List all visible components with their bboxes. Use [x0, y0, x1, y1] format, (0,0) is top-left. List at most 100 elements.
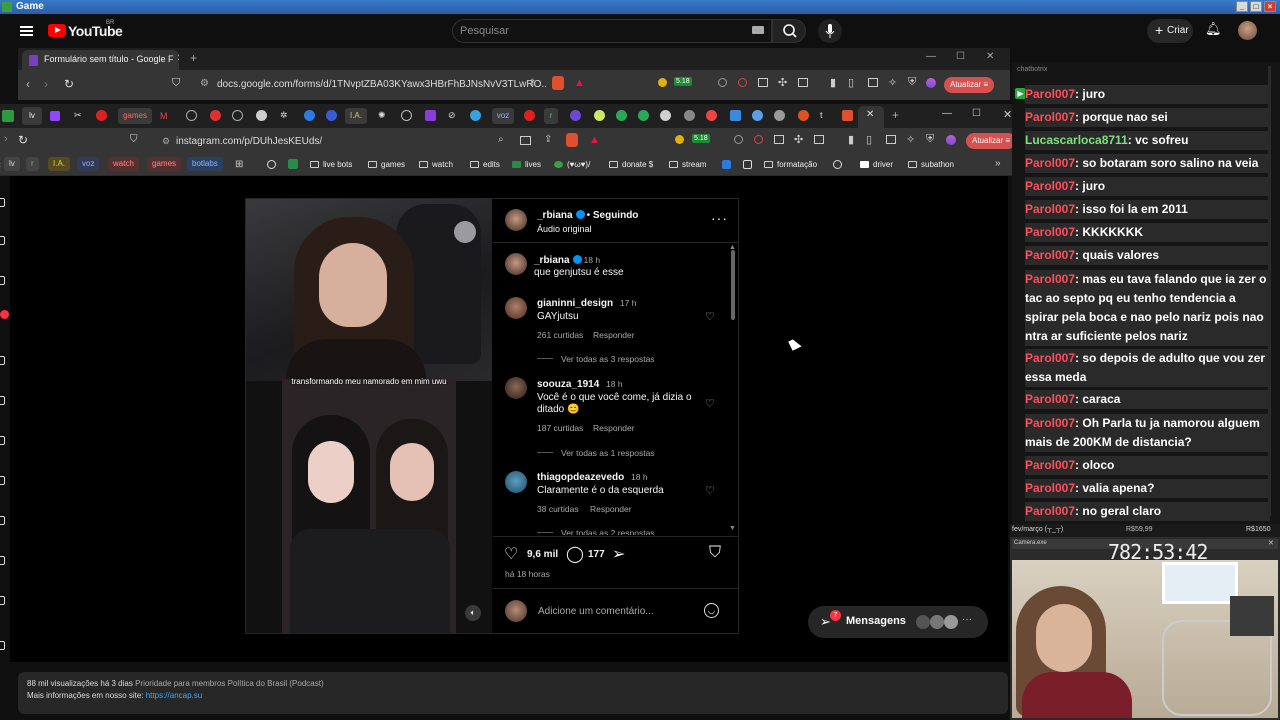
more-menu-icon[interactable] [0, 596, 5, 605]
bookmark-icon[interactable] [288, 159, 298, 169]
scroll-up-arrow[interactable]: ▲ [729, 244, 736, 251]
comment-likes[interactable]: 38 curtidas [537, 504, 579, 514]
bookmark-icon[interactable] [833, 160, 842, 169]
brave-shield-icon[interactable] [552, 76, 564, 90]
comment-count[interactable]: 177 [588, 549, 605, 560]
tab-games[interactable]: games [118, 108, 152, 124]
twitch-tab-icon[interactable] [50, 111, 60, 121]
extension-badge[interactable]: 5.18 [692, 134, 710, 143]
tab-icon[interactable] [186, 110, 197, 121]
create-icon[interactable] [0, 476, 5, 485]
messages-icon[interactable] [0, 396, 5, 405]
bookmark-chip-watch[interactable]: watch [108, 157, 139, 171]
tab-icon[interactable] [594, 110, 605, 121]
minimize-icon[interactable]: — [926, 51, 936, 62]
profile-icon[interactable] [926, 78, 936, 88]
share-icon[interactable]: ⇪ [528, 78, 536, 89]
tab-icon[interactable]: ⊘ [448, 110, 456, 121]
my-avatar[interactable] [505, 600, 527, 622]
extension-icon[interactable] [754, 135, 763, 144]
sidebar-icon[interactable]: ▮ [848, 133, 854, 146]
view-replies-link[interactable]: Ver todas as 1 respostas [537, 448, 655, 458]
chevron-left-icon[interactable]: ‹ [0, 159, 1, 169]
address-bar[interactable]: ⚙ instagram.com/p/DUhJesKEUds/ [162, 133, 502, 151]
tab-icon[interactable]: ✺ [378, 110, 386, 121]
site-settings-icon[interactable]: ⚙ [162, 136, 170, 147]
minimize-icon[interactable]: — [942, 108, 952, 119]
profile-icon[interactable] [0, 516, 5, 525]
like-heart-icon[interactable]: ♡ [504, 544, 518, 564]
messages-button[interactable]: ➢ 7 Mensagens ··· [808, 606, 988, 638]
extension-icon[interactable] [758, 78, 768, 87]
zoom-icon[interactable]: ⌕ [498, 134, 504, 145]
comment-avatar[interactable] [505, 471, 527, 493]
close-icon[interactable]: ✕ [986, 51, 994, 62]
scroll-down-arrow[interactable]: ▼ [729, 525, 736, 532]
view-replies-link[interactable]: Ver todas as 3 respostas [537, 354, 655, 364]
apps-grid-icon[interactable]: ⊞ [235, 159, 243, 170]
search-icon[interactable] [0, 236, 5, 245]
bookmark-folder-donate[interactable]: donate $ [609, 160, 653, 169]
back-icon[interactable]: ‹ [26, 77, 30, 91]
tab-icon[interactable] [638, 110, 649, 121]
extension-icon[interactable] [814, 135, 824, 144]
bookmark-emoticon[interactable]: (♥ω♥)/ [554, 160, 590, 169]
puzzle-icon[interactable]: ✣ [794, 133, 803, 146]
reply-button[interactable]: Responder [593, 330, 635, 340]
save-bookmark-icon[interactable]: ⛉ [709, 544, 721, 562]
bookmark-icon[interactable] [267, 160, 276, 169]
comment-avatar[interactable] [505, 297, 527, 319]
forward-icon[interactable]: › [4, 133, 8, 145]
update-button[interactable]: Atualizar ≡ [966, 133, 1017, 149]
bookmark-chip-r[interactable]: r [26, 157, 39, 171]
leo-icon[interactable]: ✧ [888, 76, 897, 89]
minimize-button[interactable]: _ [1236, 1, 1248, 12]
comment-author[interactable]: gianinni_design 17 h [537, 298, 636, 309]
comment-likes[interactable]: 261 curtidas [537, 330, 583, 340]
home-icon[interactable] [0, 198, 5, 207]
close-tab-icon[interactable]: ✕ [177, 53, 179, 64]
notifications-bell-icon[interactable]: 🔔︎ [1205, 21, 1222, 37]
tab-icon[interactable] [570, 110, 581, 121]
maximize-icon[interactable]: ☐ [972, 108, 981, 119]
comment-avatar[interactable] [505, 253, 527, 275]
tab-icon[interactable] [232, 110, 243, 121]
bookmark-chip-botlabs[interactable]: botlabs [187, 157, 223, 171]
comment-author[interactable]: thiagopdeazevedo 18 h [537, 472, 648, 483]
bookmark-icon[interactable]: ⛉ [172, 77, 180, 90]
keyboard-icon[interactable] [752, 26, 764, 34]
comment-bubble-icon[interactable]: ◯ [566, 544, 584, 564]
sheets-tab-icon[interactable] [2, 110, 14, 122]
mute-volume-icon[interactable]: 🔈︎ [465, 605, 481, 621]
bookmark-chip-lv[interactable]: lv [4, 157, 20, 171]
bookmark-icon[interactable] [722, 160, 731, 169]
create-button[interactable]: + Criar [1147, 19, 1193, 43]
cast-icon[interactable] [520, 136, 531, 145]
tab-icon[interactable] [752, 110, 763, 121]
puzzle-icon[interactable]: ✣ [778, 76, 787, 89]
reading-list-icon[interactable]: ▯ [866, 133, 872, 146]
view-replies-link[interactable]: Ver todas as 2 respostas [537, 528, 655, 535]
like-comment-heart-icon[interactable]: ♡ [705, 310, 715, 323]
reload-icon[interactable]: ↻ [64, 77, 74, 91]
video-description[interactable]: 88 mil visualizações há 3 dias Prioridad… [18, 672, 1008, 714]
extension-icon[interactable] [734, 135, 743, 144]
extension-icon[interactable] [774, 135, 784, 144]
bookmark-chip-voz[interactable]: voz [77, 157, 100, 171]
tab-icon[interactable] [425, 110, 436, 121]
close-window-button[interactable]: × [1264, 1, 1276, 12]
tab-icon[interactable] [684, 110, 695, 121]
menu-icon[interactable] [20, 26, 33, 36]
close-icon[interactable]: ✕ [1003, 108, 1012, 121]
tab-ia[interactable]: I.A. [345, 108, 367, 124]
wallet-icon[interactable] [886, 135, 896, 144]
new-tab-button[interactable]: + [892, 108, 899, 122]
tab-icon[interactable] [842, 110, 853, 121]
reply-button[interactable]: Responder [593, 423, 635, 433]
forward-icon[interactable]: › [44, 77, 48, 91]
maximize-icon[interactable]: ☐ [956, 51, 965, 62]
tab-icon[interactable] [524, 110, 535, 121]
share-send-icon[interactable]: ➢ [612, 544, 625, 564]
post-author[interactable]: _rbiana [537, 210, 573, 221]
bookmark-icon[interactable]: ⛉ [130, 134, 138, 145]
